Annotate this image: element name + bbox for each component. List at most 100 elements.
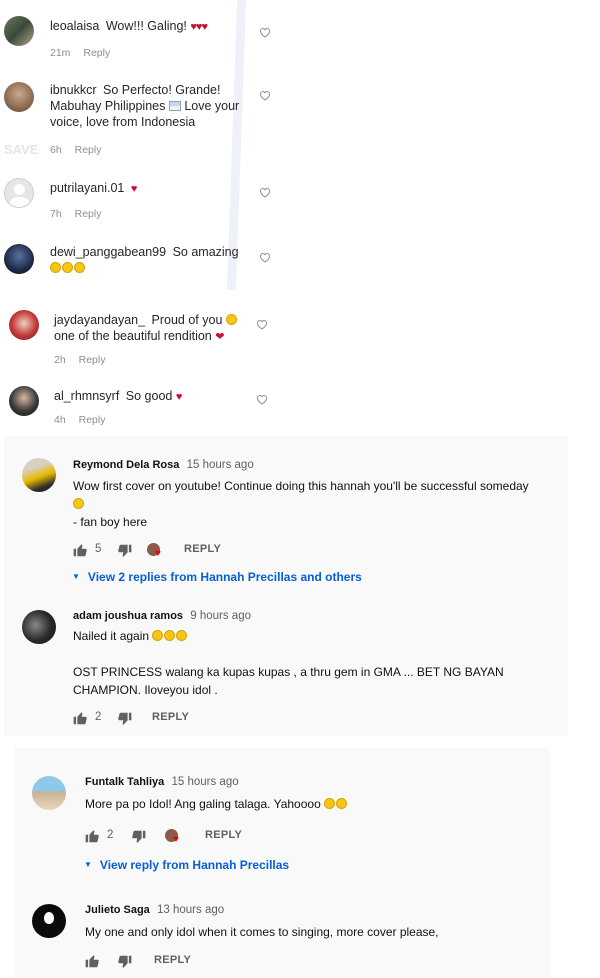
view-replies-label: View 2 replies from Hannah Precillas and… bbox=[87, 570, 362, 584]
comment-time: 21m bbox=[50, 47, 71, 59]
smile-emoji bbox=[73, 495, 563, 513]
youtube-comments-panel: Reymond Dela Rosa 15 hours ago Wow first… bbox=[4, 436, 568, 736]
avatar[interactable] bbox=[22, 458, 56, 492]
like-count: 5 bbox=[95, 543, 102, 555]
comment-time[interactable]: 15 hours ago bbox=[171, 776, 238, 788]
view-replies-link[interactable]: ▼ View 2 replies from Hannah Precillas an… bbox=[72, 570, 362, 584]
avatar[interactable] bbox=[32, 776, 66, 810]
comment-text: Wow!!! Galing! bbox=[105, 19, 187, 33]
comment-time: 4h bbox=[54, 414, 66, 426]
yt-comment: Funtalk Tahliya 15 hours ago More pa po … bbox=[14, 748, 550, 888]
comment-text: My one and only idol when it comes to si… bbox=[85, 925, 439, 939]
apple-icon bbox=[44, 912, 54, 924]
comment-username[interactable]: jaydayandayan_ bbox=[54, 313, 145, 327]
avatar[interactable] bbox=[4, 16, 34, 46]
ig-comment: ibnukkcr So Perfecto! Grande! Mabuhay Ph… bbox=[0, 74, 290, 164]
comment-author[interactable]: Funtalk Tahliya bbox=[85, 776, 164, 788]
smile-emoji bbox=[225, 314, 237, 325]
chevron-down-icon: ▼ bbox=[72, 572, 80, 581]
like-heart-icon[interactable] bbox=[259, 27, 271, 38]
thumbs-down-icon[interactable] bbox=[117, 544, 132, 558]
like-heart-icon[interactable] bbox=[259, 90, 271, 101]
thumbs-up-icon[interactable] bbox=[73, 711, 88, 725]
like-heart-icon[interactable] bbox=[259, 252, 271, 263]
comment-time: 2h bbox=[54, 354, 66, 366]
smile-emojis bbox=[152, 629, 188, 643]
heart-emoji: ♥ bbox=[175, 391, 182, 403]
view-replies-label: View reply from Hannah Precillas bbox=[99, 858, 290, 872]
like-heart-icon[interactable] bbox=[256, 394, 268, 405]
comment-time[interactable]: 15 hours ago bbox=[187, 459, 254, 471]
comment-text: More pa po Idol! Ang galing talaga. Yaho… bbox=[85, 797, 321, 811]
view-replies-link[interactable]: ▼ View reply from Hannah Precillas bbox=[84, 858, 289, 872]
reply-button[interactable]: REPLY bbox=[184, 543, 221, 555]
thumbs-up-icon[interactable] bbox=[85, 954, 100, 968]
comment-text: CHAMPION. Iloveyou idol . bbox=[73, 683, 218, 697]
comment-author[interactable]: adam joushua ramos bbox=[73, 610, 183, 622]
thumbs-down-icon[interactable] bbox=[131, 830, 146, 844]
reply-link[interactable]: Reply bbox=[79, 414, 106, 426]
comment-text: Mabuhay Philippines bbox=[50, 99, 166, 113]
thumbs-down-icon[interactable] bbox=[117, 712, 132, 726]
comment-username[interactable]: al_rhmnsyrf bbox=[54, 389, 119, 403]
comment-text: - fan boy here bbox=[73, 515, 148, 529]
comment-username[interactable]: leoalaisa bbox=[50, 19, 99, 33]
comment-time[interactable]: 9 hours ago bbox=[190, 610, 251, 622]
ig-comment: putrilayani.01 ♥ 7h Reply bbox=[0, 172, 290, 232]
smile-emojis bbox=[50, 260, 250, 276]
reply-button[interactable]: REPLY bbox=[152, 711, 189, 723]
avatar[interactable] bbox=[4, 244, 34, 274]
comment-username[interactable]: putrilayani.01 bbox=[50, 181, 124, 195]
ig-comment: dewi_panggabean99 So amazing bbox=[0, 236, 290, 290]
avatar[interactable] bbox=[9, 310, 39, 340]
comment-text: So Perfecto! Grande! bbox=[103, 83, 221, 97]
yt-comment: Reymond Dela Rosa 15 hours ago Wow first… bbox=[4, 436, 568, 596]
comment-text: So good bbox=[125, 389, 173, 403]
reply-link[interactable]: Reply bbox=[75, 144, 102, 156]
heart-emoji: ♥ bbox=[130, 183, 137, 195]
like-count: 2 bbox=[95, 711, 102, 723]
thumbs-up-icon[interactable] bbox=[85, 829, 100, 843]
comment-author[interactable]: Julieto Saga bbox=[85, 904, 150, 916]
avatar[interactable] bbox=[4, 82, 34, 112]
reply-button[interactable]: REPLY bbox=[154, 954, 191, 966]
like-count: 2 bbox=[107, 829, 114, 841]
comment-username[interactable]: dewi_panggabean99 bbox=[50, 245, 166, 259]
yt-comment: adam joushua ramos 9 hours ago Nailed it… bbox=[4, 602, 568, 736]
ig-comment: jaydayandayan_ Proud of you one of the b… bbox=[0, 304, 290, 374]
avatar[interactable] bbox=[4, 178, 34, 208]
creator-heart-icon: ♥ bbox=[147, 543, 163, 559]
comment-text: So amazing bbox=[172, 245, 239, 259]
comment-text: one of the beautiful rendition bbox=[54, 329, 212, 343]
comment-text: Love your bbox=[184, 99, 240, 113]
comment-text: Proud of you bbox=[151, 313, 223, 327]
like-heart-icon[interactable] bbox=[259, 187, 271, 198]
ig-comment: al_rhmnsyrf So good ♥ 4h Reply bbox=[0, 382, 290, 436]
thumbs-down-icon[interactable] bbox=[117, 955, 132, 969]
heart-emoji: ❤ bbox=[215, 331, 224, 343]
comment-time: 6h bbox=[50, 144, 62, 156]
ig-comment: leoalaisa Wow!!! Galing! ♥♥♥ 21m Reply bbox=[0, 10, 290, 65]
instagram-comments-panel: SAVE leoalaisa Wow!!! Galing! ♥♥♥ 21m Re… bbox=[0, 0, 290, 290]
flag-emoji bbox=[168, 101, 181, 111]
reply-link[interactable]: Reply bbox=[83, 47, 110, 59]
reply-button[interactable]: REPLY bbox=[205, 829, 242, 841]
comment-time: 7h bbox=[50, 208, 62, 220]
smile-emojis bbox=[324, 797, 348, 811]
avatar[interactable] bbox=[9, 386, 39, 416]
comment-time[interactable]: 13 hours ago bbox=[157, 904, 224, 916]
thumbs-up-icon[interactable] bbox=[73, 543, 88, 557]
youtube-comments-panel-2: Funtalk Tahliya 15 hours ago More pa po … bbox=[14, 748, 550, 978]
comment-text: Nailed it again bbox=[73, 629, 150, 643]
reply-link[interactable]: Reply bbox=[75, 208, 102, 220]
like-heart-icon[interactable] bbox=[256, 319, 268, 330]
creator-heart-icon: ♥ bbox=[165, 829, 181, 845]
comment-text: OST PRINCESS walang ka kupas kupas , a t… bbox=[73, 665, 504, 679]
reply-link[interactable]: Reply bbox=[79, 354, 106, 366]
comment-text: voice, love from Indonesia bbox=[50, 115, 196, 129]
avatar[interactable] bbox=[22, 610, 56, 644]
comment-author[interactable]: Reymond Dela Rosa bbox=[73, 459, 179, 471]
comment-username[interactable]: ibnukkcr bbox=[50, 83, 97, 97]
instagram-comments-panel-lower: jaydayandayan_ Proud of you one of the b… bbox=[0, 290, 290, 436]
apple-logo-avatar[interactable] bbox=[32, 904, 66, 938]
